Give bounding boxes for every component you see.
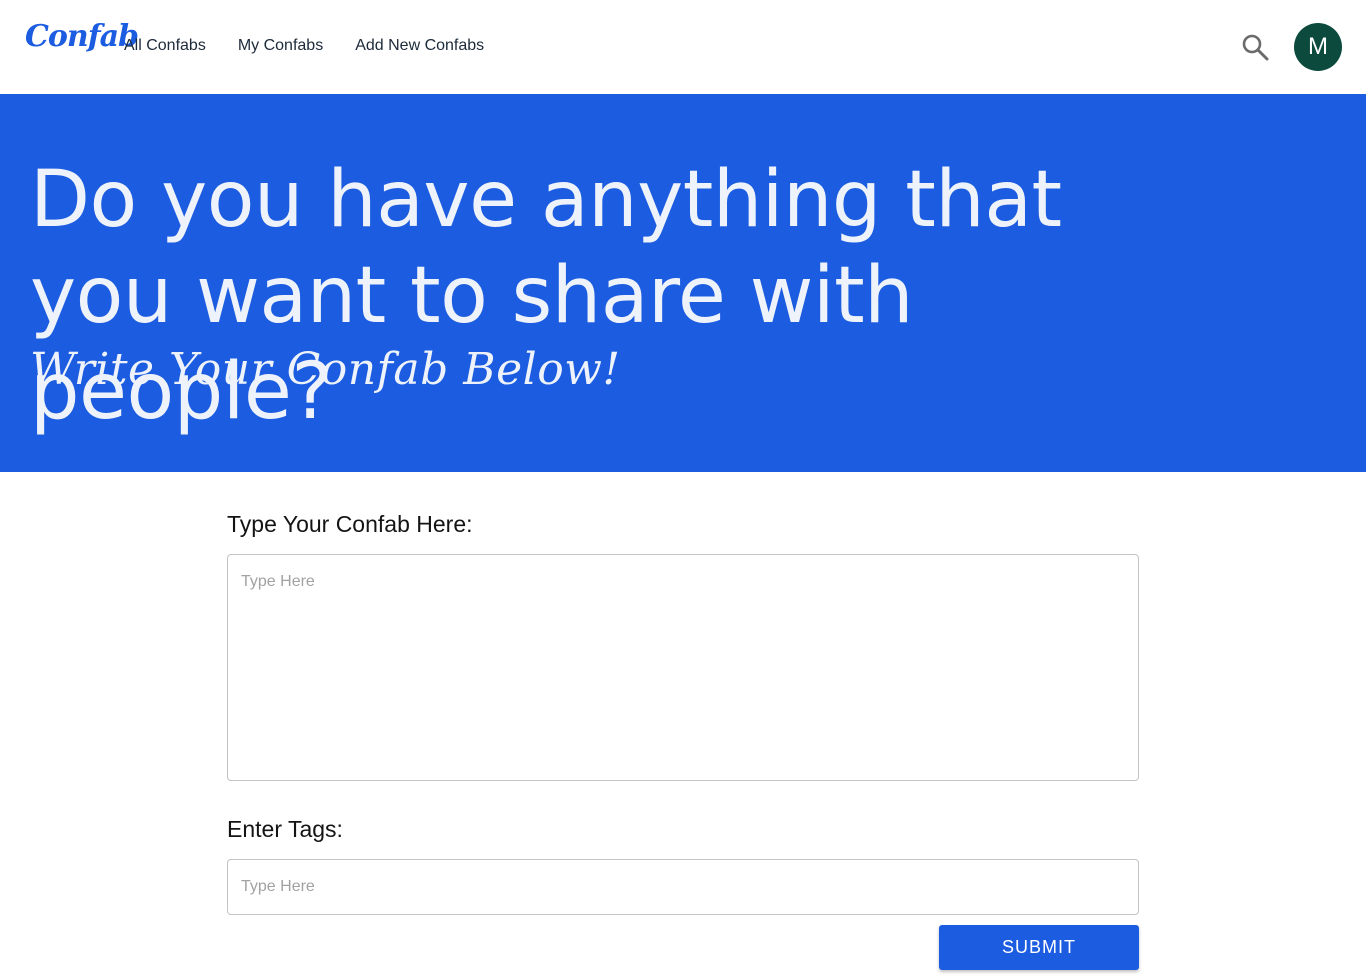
user-avatar[interactable]: M [1294, 23, 1342, 71]
hero-title: Do you have anything that you want to sh… [30, 155, 1062, 437]
confab-text-label: Type Your Confab Here: [227, 511, 473, 537]
search-icon[interactable] [1240, 32, 1270, 62]
confab-textarea[interactable] [227, 554, 1139, 781]
hero-banner: Do you have anything that you want to sh… [0, 94, 1366, 472]
tags-input[interactable] [227, 859, 1139, 915]
hero-subtitle: Write Your Confab Below! [30, 344, 621, 395]
nav-link-add-new-confabs[interactable]: Add New Confabs [355, 36, 484, 56]
submit-button[interactable]: SUBMIT [939, 925, 1139, 970]
nav-link-my-confabs[interactable]: My Confabs [238, 36, 323, 56]
tags-label: Enter Tags: [227, 816, 343, 842]
top-navbar: Confab All Confabs My Confabs Add New Co… [0, 0, 1366, 94]
confab-logo[interactable]: Confab [25, 22, 139, 52]
main-nav: All Confabs My Confabs Add New Confabs [124, 36, 484, 56]
nav-link-all-confabs[interactable]: All Confabs [124, 36, 206, 56]
